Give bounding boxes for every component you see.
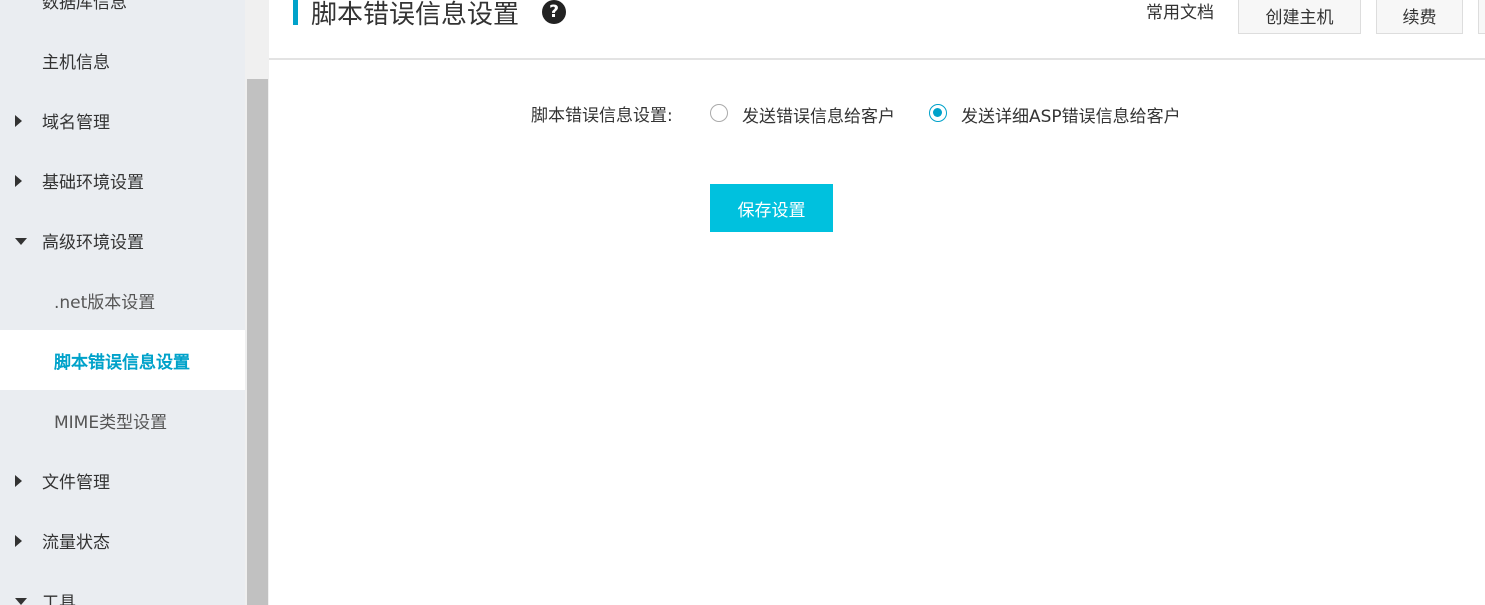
create-host-button[interactable]: 创建主机 — [1238, 0, 1361, 34]
sidebar-item-label: 工具 — [42, 592, 76, 605]
sidebar-item-domain-management[interactable]: 域名管理 — [0, 90, 245, 150]
sidebar-nav: 数据库信息 主机信息 域名管理 基础环境设置 高级环境设置 .net版本设置 脚… — [0, 0, 245, 605]
sidebar-item-script-error-settings[interactable]: 脚本错误信息设置 — [0, 330, 245, 390]
sidebar-item-label: 基础环境设置 — [42, 172, 144, 193]
sidebar-item-traffic-status[interactable]: 流量状态 — [0, 510, 245, 570]
sidebar: 数据库信息 主机信息 域名管理 基础环境设置 高级环境设置 .net版本设置 脚… — [0, 0, 245, 605]
sidebar-item-tools[interactable]: 工具 — [0, 570, 245, 605]
sidebar-item-label: 高级环境设置 — [42, 232, 144, 253]
scrollbar-thumb[interactable] — [247, 79, 268, 605]
caret-down-icon — [15, 237, 27, 245]
sidebar-item-label: MIME类型设置 — [54, 412, 168, 433]
caret-right-icon — [15, 534, 22, 547]
main-content: 脚本错误信息设置 ? 常用文档 创建主机 续费 脚本错误信息设置: 发送错误信息… — [269, 0, 1485, 605]
sidebar-item-mime-settings[interactable]: MIME类型设置 — [0, 390, 245, 450]
page-title: 脚本错误信息设置 — [311, 0, 520, 30]
sidebar-item-label: .net版本设置 — [54, 292, 156, 313]
page-header: 脚本错误信息设置 ? 常用文档 创建主机 续费 — [269, 0, 1485, 60]
caret-right-icon — [15, 174, 22, 187]
caret-down-icon — [15, 597, 27, 605]
sidebar-item-label: 域名管理 — [42, 112, 110, 133]
setting-label: 脚本错误信息设置: — [531, 106, 673, 126]
sidebar-item-dotnet-version[interactable]: .net版本设置 — [0, 270, 245, 330]
sidebar-item-label: 脚本错误信息设置 — [54, 352, 190, 373]
sidebar-item-label: 主机信息 — [42, 52, 110, 73]
sidebar-item-advanced-env-settings[interactable]: 高级环境设置 — [0, 210, 245, 270]
radio-label-send-error-info[interactable]: 发送错误信息给客户 — [742, 102, 895, 127]
title-accent-bar — [293, 0, 298, 25]
sidebar-item-label: 流量状态 — [42, 532, 110, 553]
more-button[interactable] — [1478, 0, 1485, 34]
renew-button[interactable]: 续费 — [1376, 0, 1463, 34]
sidebar-item-label: 数据库信息 — [42, 0, 127, 13]
radio-label-send-detailed-asp-error[interactable]: 发送详细ASP错误信息给客户 — [961, 102, 1181, 127]
radio-send-detailed-asp-error[interactable] — [929, 104, 947, 122]
help-icon[interactable]: ? — [542, 0, 566, 24]
sidebar-item-file-management[interactable]: 文件管理 — [0, 450, 245, 510]
docs-link[interactable]: 常用文档 — [1146, 0, 1214, 23]
script-error-setting-row: 脚本错误信息设置: 发送错误信息给客户 发送详细ASP错误信息给客户 — [269, 101, 1485, 127]
radio-send-error-info[interactable] — [710, 104, 728, 122]
sidebar-item-database-info[interactable]: 数据库信息 — [0, 0, 245, 30]
sidebar-item-basic-env-settings[interactable]: 基础环境设置 — [0, 150, 245, 210]
sidebar-item-label: 文件管理 — [42, 472, 110, 493]
caret-right-icon — [15, 114, 22, 127]
save-settings-button[interactable]: 保存设置 — [710, 184, 833, 232]
caret-right-icon — [15, 474, 22, 487]
sidebar-item-host-info[interactable]: 主机信息 — [0, 30, 245, 90]
sidebar-scrollbar[interactable] — [245, 0, 269, 605]
